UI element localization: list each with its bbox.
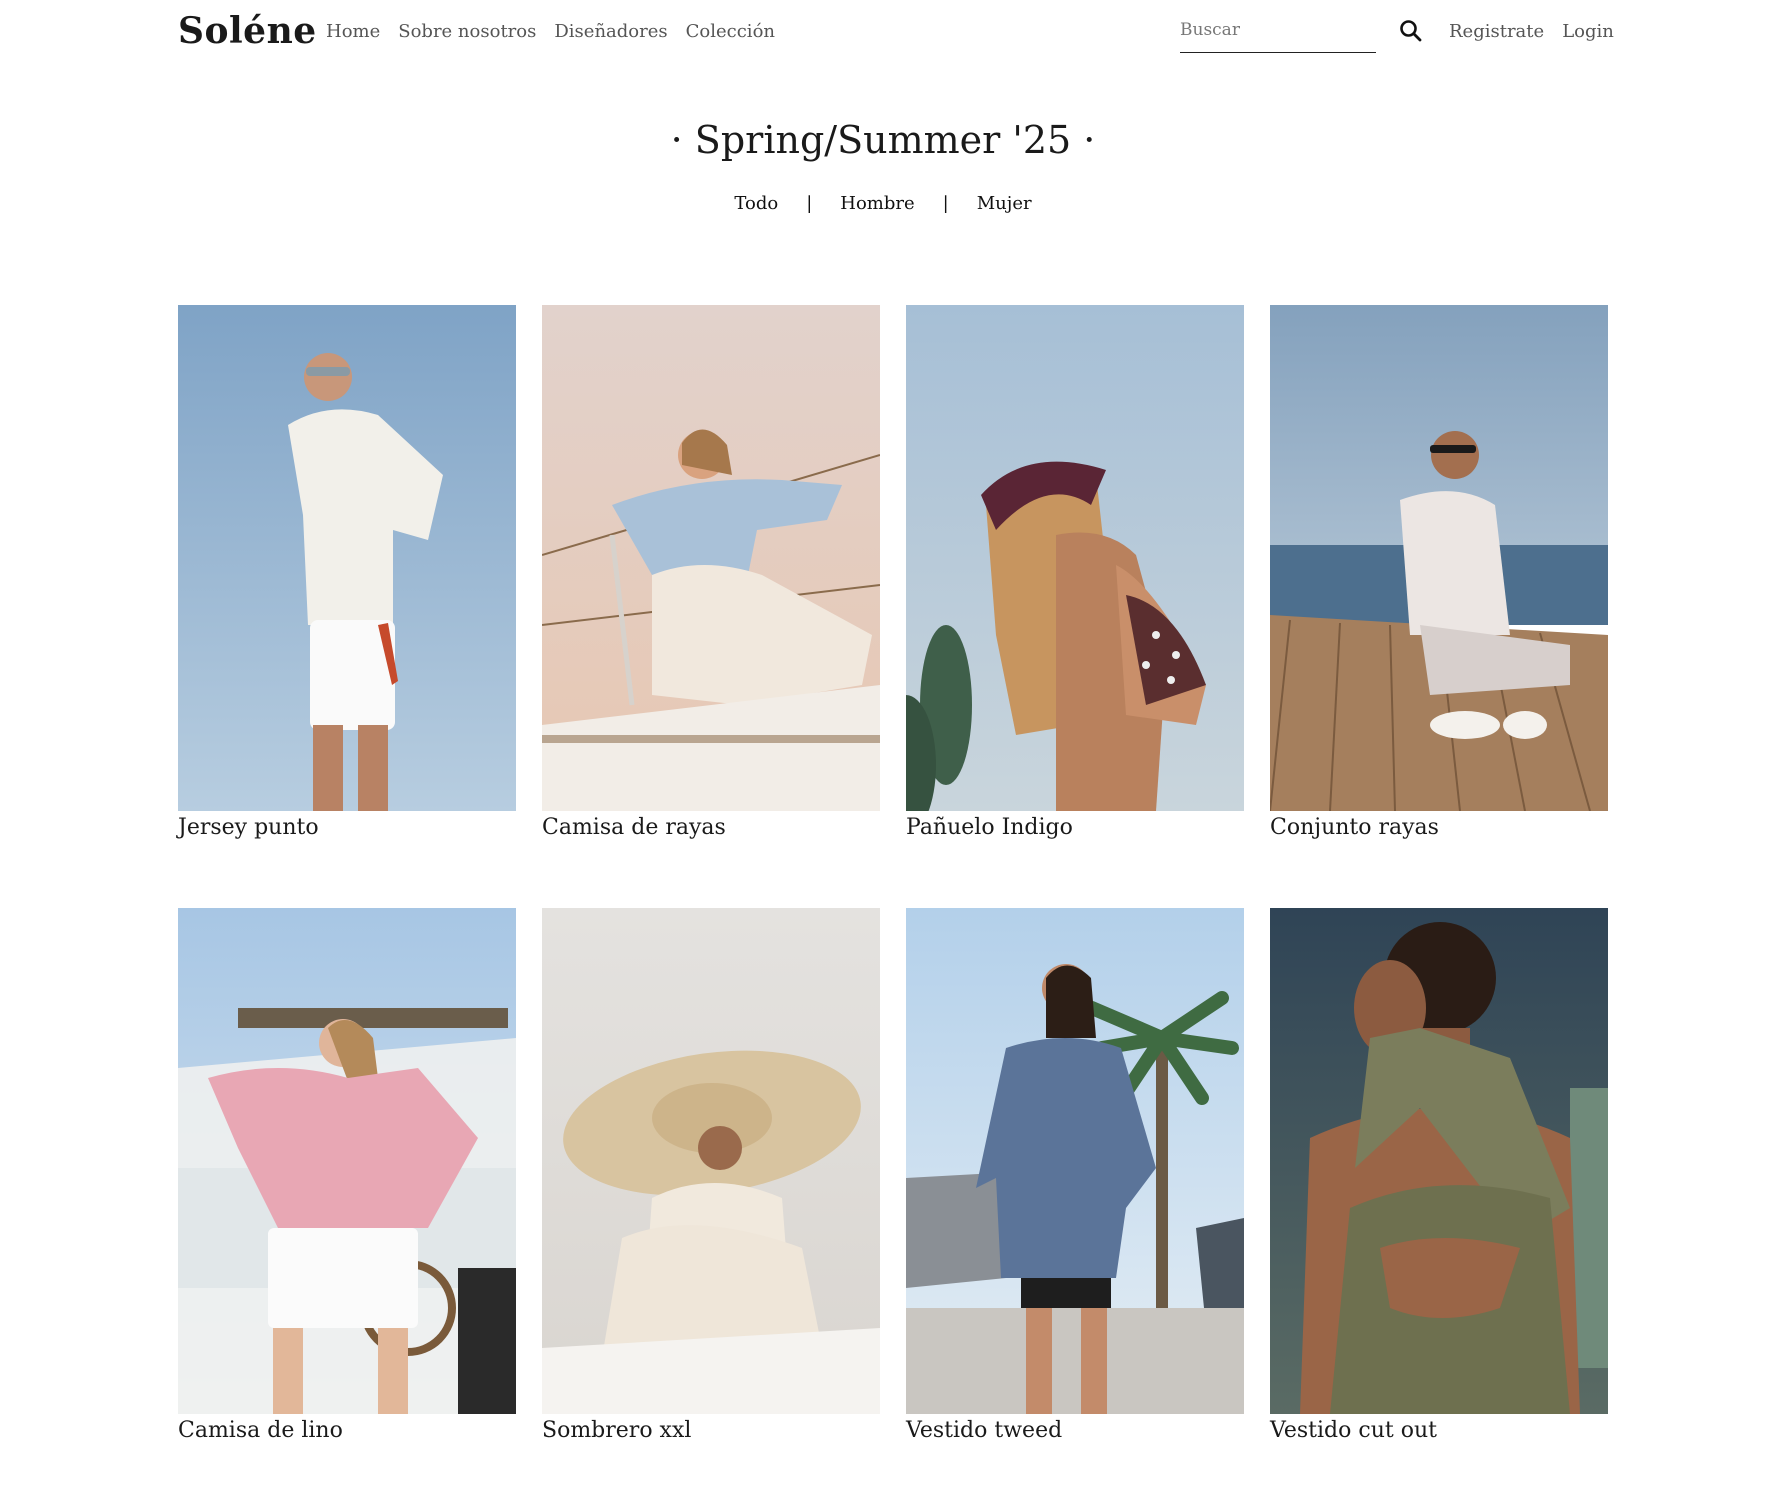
nav-link-disenadores[interactable]: Diseñadores <box>554 21 667 42</box>
nav-link-coleccion[interactable]: Colección <box>686 21 775 42</box>
product-card-camisa-de-rayas[interactable]: Camisa de rayas <box>542 305 880 840</box>
filter-separator: | <box>942 193 949 214</box>
product-name[interactable]: Camisa de rayas <box>542 815 880 840</box>
product-name[interactable]: Sombrero xxl <box>542 1418 880 1443</box>
search-icon[interactable] <box>1398 18 1424 44</box>
auth-links: Registrate Login <box>1449 21 1614 42</box>
product-card-vestido-tweed[interactable]: Vestido tweed <box>906 908 1244 1443</box>
collection-title: · Spring/Summer '25 · <box>670 118 1096 162</box>
product-card-conjunto-rayas[interactable]: Conjunto rayas <box>1270 305 1608 840</box>
nav-link-home[interactable]: Home <box>326 21 380 42</box>
product-card-camisa-de-lino[interactable]: Camisa de lino <box>178 908 516 1443</box>
product-name[interactable]: Vestido cut out <box>1270 1418 1608 1443</box>
filter-todo[interactable]: Todo <box>734 193 778 214</box>
collection-filters: Todo | Hombre | Mujer <box>0 193 1766 214</box>
nav-links: Home Sobre nosotros Diseñadores Colecció… <box>326 21 775 42</box>
nav-link-sobre-nosotros[interactable]: Sobre nosotros <box>398 21 536 42</box>
product-name[interactable]: Vestido tweed <box>906 1418 1244 1443</box>
product-photo[interactable] <box>542 908 880 1414</box>
product-name[interactable]: Jersey punto <box>178 815 516 840</box>
search-field <box>1180 14 1376 53</box>
page: Soléne Home Sobre nosotros Diseñadores C… <box>0 0 1766 1502</box>
product-photo[interactable] <box>178 305 516 811</box>
product-card-panuelo-indigo[interactable]: Pañuelo Indigo <box>906 305 1244 840</box>
search-input[interactable] <box>1180 14 1360 40</box>
product-card-jersey-punto[interactable]: Jersey punto <box>178 305 516 840</box>
product-card-sombrero-xxl[interactable]: Sombrero xxl <box>542 908 880 1443</box>
product-photo[interactable] <box>1270 908 1608 1414</box>
filter-separator: | <box>806 193 813 214</box>
product-photo[interactable] <box>906 305 1244 811</box>
product-photo[interactable] <box>906 908 1244 1414</box>
product-photo[interactable] <box>1270 305 1608 811</box>
register-link[interactable]: Registrate <box>1449 21 1544 42</box>
filter-hombre[interactable]: Hombre <box>840 193 914 214</box>
product-photo[interactable] <box>542 305 880 811</box>
product-grid: Jersey punto Camisa de rayas Pañuelo Ind… <box>178 305 1608 1443</box>
filter-mujer[interactable]: Mujer <box>977 193 1032 214</box>
product-name[interactable]: Camisa de lino <box>178 1418 516 1443</box>
product-name[interactable]: Conjunto rayas <box>1270 815 1608 840</box>
navbar: Soléne Home Sobre nosotros Diseñadores C… <box>178 0 1614 66</box>
product-photo[interactable] <box>178 908 516 1414</box>
product-card-vestido-cut-out[interactable]: Vestido cut out <box>1270 908 1608 1443</box>
brand-logo[interactable]: Soléne <box>178 10 317 52</box>
login-link[interactable]: Login <box>1562 21 1614 42</box>
product-name[interactable]: Pañuelo Indigo <box>906 815 1244 840</box>
